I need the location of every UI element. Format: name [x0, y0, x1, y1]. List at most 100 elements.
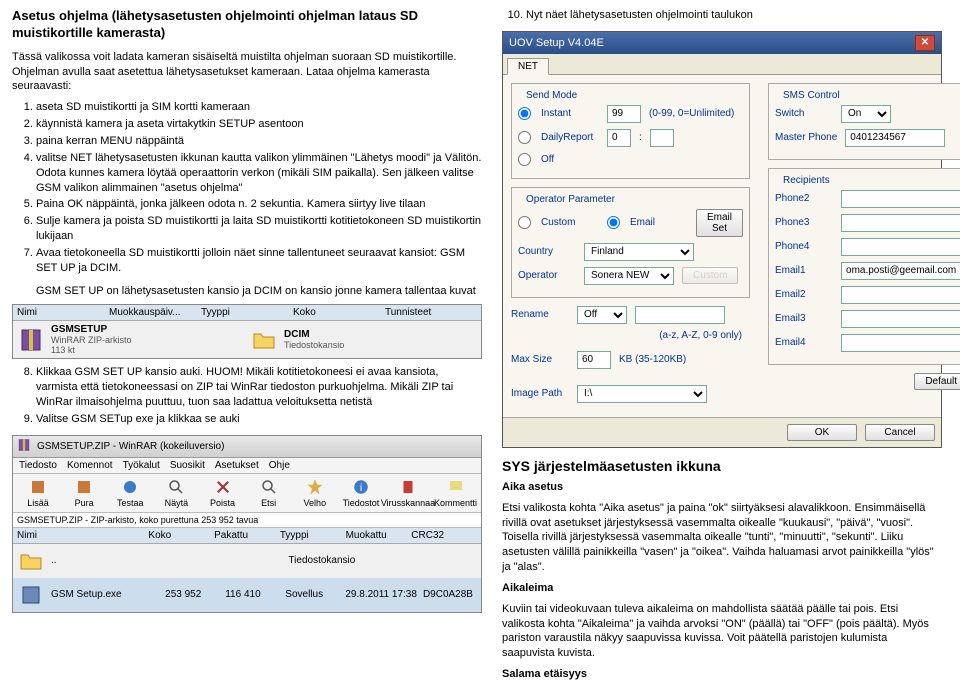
custom-button: Custom — [682, 267, 738, 284]
cancel-button[interactable]: Cancel — [865, 424, 935, 441]
step-item: Avaa tietokoneella SD muistikortti jollo… — [36, 246, 482, 276]
exe-icon — [17, 581, 45, 609]
zip-archive-icon — [17, 326, 45, 354]
email3-input[interactable] — [841, 310, 960, 328]
zip-archive-icon — [17, 438, 31, 455]
folder-type: Tiedostokansio — [284, 340, 477, 350]
exe-packed: 116 410 — [225, 589, 279, 600]
phone2-label: Phone2 — [775, 193, 833, 204]
email1-input[interactable] — [841, 262, 960, 280]
country-select[interactable]: Finland — [584, 243, 694, 261]
tool-test[interactable]: Testaa — [109, 478, 151, 508]
tool-virusscan[interactable]: Virusskannaa — [386, 478, 430, 508]
step-item: käynnistä kamera ja aseta virtakytkin SE… — [36, 117, 482, 132]
operator-label: Operator — [518, 270, 576, 281]
off-radio[interactable] — [518, 153, 531, 166]
menu-file[interactable]: Tiedosto — [19, 460, 57, 471]
operator-parameter-group: Operator Parameter Custom Email Email Se… — [511, 187, 750, 298]
send-mode-label: Send Mode — [522, 90, 581, 101]
switch-label: Switch — [775, 108, 833, 119]
file-row[interactable]: GSMSETUP WinRAR ZIP-arkisto 113 kt DCIM … — [13, 321, 481, 358]
daily-hour-input[interactable] — [607, 129, 631, 147]
master-phone-input[interactable] — [845, 129, 945, 147]
daily-label: DailyReport — [541, 132, 599, 143]
phone4-label: Phone4 — [775, 241, 833, 252]
phone2-input[interactable] — [841, 190, 960, 208]
tool-delete[interactable]: Poista — [202, 478, 244, 508]
maxsize-unit: KB (35-120KB) — [619, 354, 686, 365]
menu-help[interactable]: Ohje — [269, 460, 290, 471]
tool-wizard[interactable]: Velho — [294, 478, 336, 508]
parent-dots: .. — [51, 555, 161, 566]
rename-input[interactable] — [635, 306, 725, 324]
tool-find[interactable]: Etsi — [248, 478, 290, 508]
send-mode-group: Send Mode Instant (0-99, 0=Unlimited) Da… — [511, 83, 750, 179]
file-size: 113 kt — [51, 345, 244, 355]
step-item: Paina OK näppäintä, jonka jälkeen odota … — [36, 197, 482, 212]
operator-group-label: Operator Parameter — [522, 194, 619, 205]
menu-tools[interactable]: Työkalut — [123, 460, 160, 471]
custom-radio[interactable] — [518, 216, 531, 229]
exe-date: 29.8.2011 17:38 — [345, 589, 417, 600]
default-button[interactable]: Default — [914, 373, 960, 390]
col-size: Koko — [148, 530, 214, 541]
operator-select[interactable]: Sonera NEW — [584, 267, 674, 285]
parent-folder-row[interactable]: .. Tiedostokansio — [13, 544, 481, 578]
col-modified: Muokattu — [346, 530, 412, 541]
parent-type: Tiedostokansio — [288, 555, 355, 566]
phone3-input[interactable] — [841, 214, 960, 232]
folder-icon — [250, 326, 278, 354]
uov-title-text: UOV Setup V4.04E — [509, 37, 604, 49]
uov-setup-window: UOV Setup V4.04E ✕ NET Send Mode Instant — [502, 31, 942, 448]
col-name: Nimi — [17, 530, 148, 541]
phone3-label: Phone3 — [775, 217, 833, 228]
menu-commands[interactable]: Komennot — [67, 460, 113, 471]
col-date: Muokkauspäiv... — [109, 307, 201, 318]
step-item: Sulje kamera ja poista SD muistikortti j… — [36, 214, 482, 244]
email4-input[interactable] — [841, 334, 960, 352]
instant-radio[interactable] — [518, 107, 531, 120]
col-type: Tyyppi — [280, 530, 346, 541]
steps-list-a: aseta SD muistikortti ja SIM kortti kame… — [36, 100, 482, 275]
phone4-input[interactable] — [841, 238, 960, 256]
exe-row[interactable]: GSM Setup.exe 253 952 116 410 Sovellus 2… — [13, 578, 481, 612]
rename-select[interactable]: Off — [577, 306, 627, 324]
daily-radio[interactable] — [518, 131, 531, 144]
rename-note: (a-z, A-Z, 0-9 only) — [511, 330, 750, 341]
tool-extract[interactable]: Pura — [63, 478, 105, 508]
tool-view[interactable]: Näytä — [155, 478, 197, 508]
aikaleima-heading: Aikaleima — [502, 581, 942, 596]
sms-control-label: SMS Control — [779, 90, 844, 101]
email2-input[interactable] — [841, 286, 960, 304]
tab-net[interactable]: NET — [507, 58, 549, 75]
email-radio[interactable] — [607, 216, 620, 229]
instant-label: Instant — [541, 108, 599, 119]
folder-up-icon — [17, 547, 45, 575]
ok-button[interactable]: OK — [787, 424, 857, 441]
uov-titlebar: UOV Setup V4.04E ✕ — [503, 32, 941, 54]
steps-list-b: Klikkaa GSM SET UP kansio auki. HUOM! Mi… — [36, 365, 482, 426]
svg-text:i: i — [360, 482, 362, 494]
tool-add[interactable]: Lisää — [17, 478, 59, 508]
page-title: Asetus ohjelma (lähetysasetusten ohjelmo… — [12, 8, 482, 42]
file-name: GSMSETUP — [51, 324, 107, 335]
explorer-columns: Nimi Muokkauspäiv... Tyyppi Koko Tunnist… — [13, 305, 481, 321]
window-title: GSMSETUP.ZIP - WinRAR (kokeiluversio) — [37, 441, 224, 452]
salama-heading: Salama etäisyys — [502, 667, 942, 682]
image-path-select[interactable]: I:\ — [577, 385, 707, 403]
menu-favorites[interactable]: Suosikit — [170, 460, 205, 471]
exe-crc: D9C0A28B — [423, 589, 477, 600]
tool-comment[interactable]: Kommentti — [434, 478, 477, 508]
daily-min-input[interactable] — [650, 129, 674, 147]
email-set-button[interactable]: Email Set — [696, 209, 743, 237]
step-item: Nyt näet lähetysasetusten ohjelmointi ta… — [526, 8, 942, 23]
rename-label: Rename — [511, 309, 569, 320]
step-item: Klikkaa GSM SET UP kansio auki. HUOM! Mi… — [36, 365, 482, 410]
switch-select[interactable]: On — [841, 105, 891, 123]
instant-value-input[interactable] — [607, 105, 641, 123]
tool-info[interactable]: iTiedostot — [340, 478, 382, 508]
close-button[interactable]: ✕ — [915, 35, 935, 51]
master-phone-label: Master Phone — [775, 132, 837, 143]
maxsize-input[interactable] — [577, 351, 611, 369]
menu-settings[interactable]: Asetukset — [215, 460, 259, 471]
